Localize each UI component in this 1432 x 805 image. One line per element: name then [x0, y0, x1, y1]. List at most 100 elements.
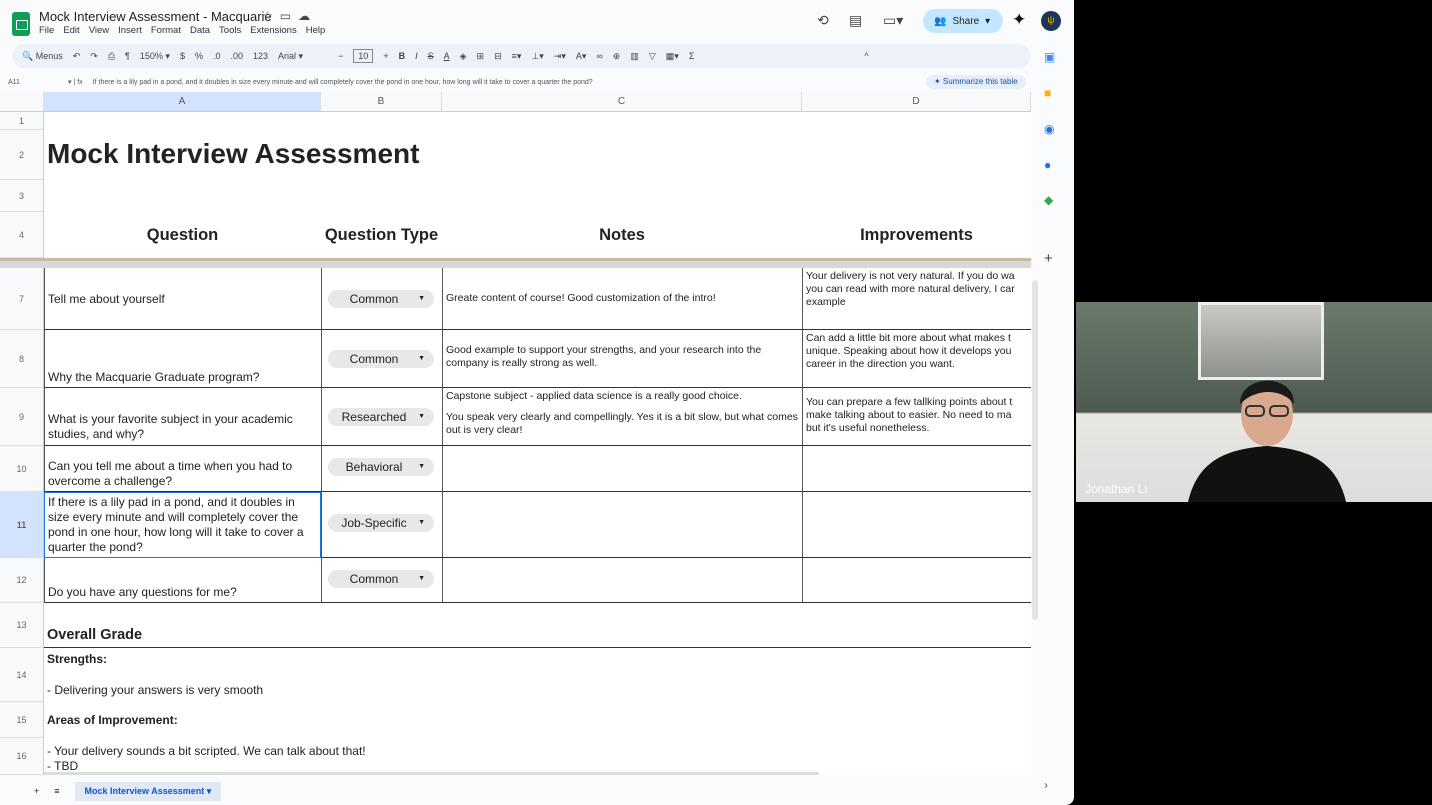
header-question[interactable]: Question	[44, 212, 321, 258]
link-icon[interactable]: ∞	[596, 51, 602, 61]
type-dropdown[interactable]: Common	[328, 350, 434, 368]
document-title[interactable]: Mock Interview Assessment - Macquarie	[39, 9, 272, 24]
row-header[interactable]: 11	[0, 492, 44, 558]
formula-input[interactable]: If there is a lily pad in a pond, and it…	[93, 79, 593, 86]
more-formats-button[interactable]: 123	[253, 51, 268, 61]
zoom-select[interactable]: 150% ▾	[140, 51, 170, 62]
type-dropdown[interactable]: Researched	[328, 408, 434, 426]
sheets-logo-icon[interactable]	[12, 12, 30, 36]
add-addon-icon[interactable]: +	[1044, 250, 1053, 267]
type-dropdown[interactable]: Behavioral	[328, 458, 434, 476]
improvements-cell[interactable]: You can prepare a few tallking points ab…	[802, 388, 1031, 446]
row-header[interactable]: 10	[0, 446, 44, 492]
align-icon[interactable]: ≡▾	[512, 51, 522, 62]
italic-icon[interactable]: I	[415, 51, 418, 61]
calendar-icon[interactable]: ▣	[1044, 50, 1055, 64]
name-box[interactable]: A11	[8, 79, 58, 86]
strikethrough-icon[interactable]: S	[428, 51, 434, 61]
comment-icon[interactable]: ⊕	[613, 51, 621, 62]
merge-icon[interactable]: ⊟	[494, 51, 502, 62]
select-all[interactable]	[0, 92, 44, 112]
header-question-type[interactable]: Question Type	[321, 212, 442, 258]
areas-cell[interactable]: - Your delivery sounds a bit scripted. W…	[44, 742, 644, 775]
frozen-divider[interactable]	[0, 258, 1031, 268]
font-size-increase[interactable]: +	[383, 51, 388, 61]
question-cell[interactable]: Why the Macquarie Graduate program?	[44, 330, 321, 388]
history-icon[interactable]: ⟲	[817, 12, 829, 29]
row-header[interactable]: 4	[0, 212, 44, 258]
percent-button[interactable]: %	[195, 51, 203, 61]
overall-grade-label[interactable]: Overall Grade	[44, 603, 1031, 648]
row-header[interactable]: 16	[0, 738, 44, 775]
notes-cell[interactable]: Good example to support your strengths, …	[442, 330, 802, 388]
row-header[interactable]: 8	[0, 330, 44, 388]
row-header[interactable]: 3	[0, 180, 44, 212]
question-cell-selected[interactable]: If there is a lily pad in a pond, and it…	[44, 492, 321, 558]
sheet-title[interactable]: Mock Interview Assessment	[44, 130, 544, 180]
collapse-icon[interactable]: ^	[864, 51, 868, 61]
question-cell[interactable]: Do you have any questions for me?	[44, 558, 321, 603]
borders-icon[interactable]: ⊞	[477, 51, 485, 62]
improvements-cell[interactable]	[802, 446, 1031, 492]
column-header-b[interactable]: B	[321, 92, 442, 112]
strengths-cell[interactable]: Strengths: - Delivering your answers is v…	[44, 650, 644, 704]
font-size-input[interactable]: 10	[353, 49, 374, 63]
font-select[interactable]: Arial ▾	[278, 51, 328, 62]
font-size-decrease[interactable]: −	[338, 51, 343, 61]
gemini-icon[interactable]: ✦	[1012, 10, 1026, 30]
improvements-cell[interactable]	[802, 558, 1031, 603]
share-button[interactable]: 👥 Share ▾	[923, 9, 1003, 33]
improvements-cell[interactable]: Can add a little bit more about what mak…	[802, 330, 1031, 388]
menu-extensions[interactable]: Extensions	[250, 25, 296, 36]
type-cell[interactable]: Common	[321, 330, 442, 388]
sheet-tab-active[interactable]: Mock Interview Assessment ▾	[74, 781, 222, 801]
all-sheets-icon[interactable]: ≡	[54, 786, 59, 796]
summarize-table-button[interactable]: ✦ Summarize this table	[926, 75, 1026, 89]
row-header[interactable]: 9	[0, 388, 44, 446]
row-header[interactable]: 14	[0, 648, 44, 702]
type-cell[interactable]: Job-Specific	[321, 492, 442, 558]
contacts-icon[interactable]: ●	[1044, 158, 1051, 172]
row-header[interactable]: 1	[0, 112, 44, 130]
row-header[interactable]: 12	[0, 558, 44, 603]
menu-format[interactable]: Format	[151, 25, 181, 36]
header-notes[interactable]: Notes	[442, 212, 802, 258]
horizontal-scrollbar[interactable]	[44, 772, 819, 775]
print-icon[interactable]: ⎙	[108, 51, 115, 62]
menu-file[interactable]: File	[39, 25, 54, 36]
type-dropdown[interactable]: Job-Specific	[328, 514, 434, 532]
vertical-scrollbar[interactable]	[1032, 280, 1038, 620]
bold-icon[interactable]: B	[399, 51, 406, 61]
menu-help[interactable]: Help	[306, 25, 326, 36]
question-cell[interactable]: What is your favorite subject in your ac…	[44, 388, 321, 446]
notes-cell[interactable]	[442, 558, 802, 603]
filter-views-icon[interactable]: ▦▾	[666, 51, 679, 62]
row-header[interactable]: 15	[0, 702, 44, 738]
type-dropdown[interactable]: Common	[328, 570, 434, 588]
column-header-c[interactable]: C	[442, 92, 802, 112]
column-header-a[interactable]: A	[44, 92, 321, 112]
question-cell[interactable]: Tell me about yourself	[44, 268, 321, 330]
notes-cell[interactable]: Capstone subject - applied data science …	[442, 388, 802, 446]
type-cell[interactable]: Common	[321, 268, 442, 330]
type-cell[interactable]: Behavioral	[321, 446, 442, 492]
valign-icon[interactable]: ⊥▾	[531, 51, 543, 62]
row-header[interactable]: 7	[0, 268, 44, 330]
star-move-cloud-icons[interactable]: ☆▭☁	[262, 9, 317, 23]
menu-data[interactable]: Data	[190, 25, 210, 36]
question-cell[interactable]: Can you tell me about a time when you ha…	[44, 446, 321, 492]
filter-icon[interactable]: ▽	[649, 51, 656, 62]
areas-label[interactable]: Areas of Improvement:	[44, 711, 644, 731]
increase-decimal-button[interactable]: .00	[230, 51, 243, 61]
paint-format-icon[interactable]: ¶	[125, 51, 130, 61]
improvements-cell[interactable]: Your delivery is not very natural. If yo…	[802, 268, 1031, 330]
add-sheet-icon[interactable]: +	[34, 786, 39, 796]
header-improvements[interactable]: Improvements	[802, 212, 1031, 258]
side-panel-toggle-icon[interactable]: ›	[1044, 778, 1048, 792]
meet-icon[interactable]: ▭▾	[883, 12, 903, 29]
decrease-decimal-button[interactable]: .0	[213, 51, 221, 61]
undo-icon[interactable]: ↶	[73, 51, 81, 62]
type-cell[interactable]: Common	[321, 558, 442, 603]
notes-cell[interactable]	[442, 446, 802, 492]
notes-cell[interactable]: Greate content of course! Good customiza…	[442, 268, 802, 330]
